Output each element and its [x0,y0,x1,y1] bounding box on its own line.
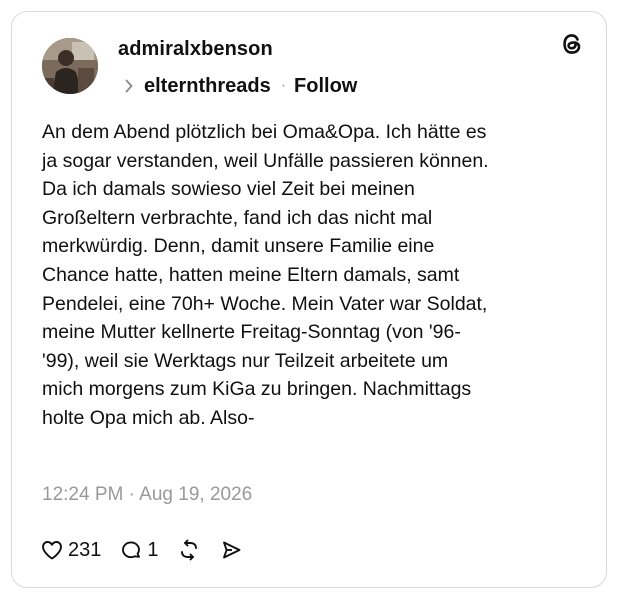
follow-button[interactable]: Follow [294,75,357,98]
post-body-line: ja sogar verstanden, weil Unfälle passie… [42,149,489,172]
reply-count: 1 [147,538,159,561]
share-button[interactable] [219,538,243,562]
repost-icon [177,538,201,562]
separator-dot: · [280,77,287,94]
like-count: 231 [68,538,102,561]
post-body-line: Pendelei, eine 70h+ Woche. Mein Vater wa… [42,292,488,315]
post-body-line: mich morgens zum KiGa zu bringen. Nachmi… [42,378,472,401]
repost-button[interactable] [177,538,201,562]
threads-logo-icon[interactable] [558,30,586,58]
send-icon [219,538,243,562]
post-body-line: meine Mutter kellnerte Freitag-Sonntag (… [42,321,461,344]
post-card: admiralxbenson elternthreads · Follow An… [11,11,607,588]
post-timestamp[interactable]: 12:24 PM · Aug 19, 2026 [42,484,252,506]
like-button[interactable]: 231 [40,538,101,562]
community-row: elternthreads · Follow [124,72,357,100]
avatar[interactable] [42,38,98,94]
post-body-line: Da ich damals sowieso viel Zeit bei mein… [42,178,415,201]
post-body-line: An dem Abend plötzlich bei Oma&Opa. Ich … [42,121,487,143]
username[interactable]: admiralxbenson [118,38,273,61]
post-body-line: '99), weil sie Werktags nur Teilzeit arb… [42,349,449,372]
comment-icon [119,538,143,562]
post-body-line: holte Opa mich ab. Also- [42,406,255,429]
post-body-line: Großeltern verbrachte, fand ich das nich… [42,206,433,229]
community-link[interactable]: elternthreads [144,75,271,98]
chevron-right-icon [124,78,134,94]
post-body-line: Chance hatte, hatten meine Eltern damals… [42,263,460,286]
action-bar: 231 1 [40,536,261,564]
post-body: An dem Abend plötzlich bei Oma&Opa. Ich … [42,118,562,433]
heart-icon [40,538,64,562]
post-body-line: merkwürdig. Denn, damit unsere Familie e… [42,235,435,258]
reply-button[interactable]: 1 [119,538,159,562]
